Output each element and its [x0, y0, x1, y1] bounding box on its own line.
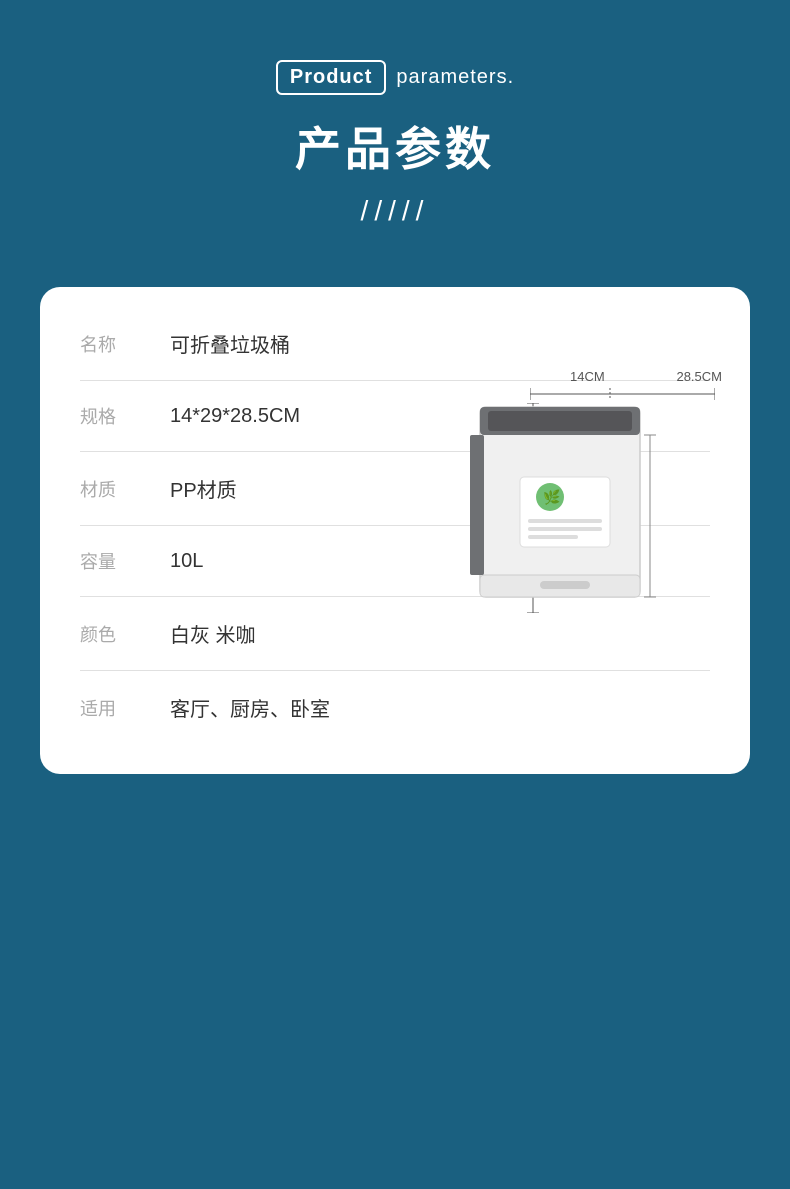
slash-decoration: /////	[361, 195, 430, 227]
header-section: Product parameters. 产品参数 /////	[40, 60, 750, 257]
param-label: 名称	[80, 331, 140, 357]
param-label: 材质	[80, 476, 140, 502]
param-value: 14*29*28.5CM	[170, 405, 300, 428]
parameters-text: parameters.	[396, 66, 514, 89]
product-badge: Product	[276, 60, 387, 95]
param-label: 容量	[80, 548, 140, 574]
param-value: 客厅、厨房、卧室	[170, 693, 330, 722]
param-value: PP材质	[170, 474, 237, 503]
param-value: 可折叠垃圾桶	[170, 329, 290, 358]
bin-container: 14CM 28.5CM 29CM	[450, 367, 730, 657]
param-value: 白灰 米咖	[170, 619, 256, 648]
param-row: 适用 客厅、厨房、卧室	[80, 671, 710, 744]
product-image-area: 14CM 28.5CM 29CM	[450, 367, 730, 657]
product-card: 名称 可折叠垃圾桶规格 14*29*28.5CM 材质 PP材质容量 10L 颜色 白灰 米咖…	[40, 287, 750, 774]
param-label: 适用	[80, 695, 140, 721]
dim-depth-label: 14CM	[570, 369, 605, 384]
param-value: 10L	[170, 550, 203, 573]
bin-illustration: 🌿	[470, 397, 660, 622]
param-label: 规格	[80, 403, 140, 429]
dim-width-label: 28.5CM	[676, 369, 722, 384]
chinese-title: 产品参数	[295, 113, 495, 179]
title-line: Product parameters.	[276, 60, 514, 95]
svg-text:🌿: 🌿	[543, 489, 560, 506]
param-label: 颜色	[80, 621, 140, 647]
